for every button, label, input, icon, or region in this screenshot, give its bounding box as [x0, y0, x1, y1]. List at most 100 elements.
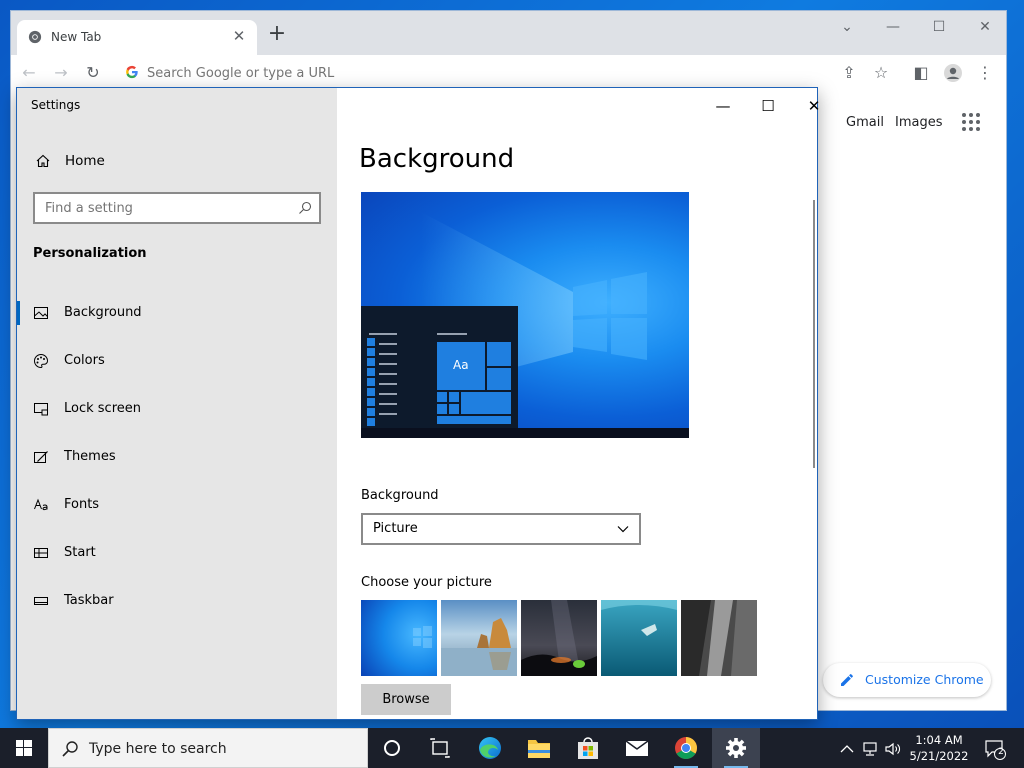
chevron-down-icon: [617, 526, 629, 533]
clock-time: 1:04 AM: [915, 733, 963, 747]
nav-label: Colors: [64, 353, 105, 368]
profile-avatar-icon[interactable]: [943, 63, 963, 83]
image-icon: [34, 307, 48, 319]
search-icon: [299, 201, 312, 214]
taskbar-icon: [34, 597, 48, 605]
active-indicator: [17, 301, 20, 325]
close-window-icon[interactable]: ✕: [804, 96, 824, 116]
find-setting-box[interactable]: [33, 192, 321, 224]
notification-center-icon[interactable]: 2: [984, 738, 1006, 760]
mail-icon[interactable]: [613, 728, 661, 768]
browse-button[interactable]: Browse: [361, 684, 451, 715]
choose-picture-label: Choose your picture: [361, 575, 492, 590]
tab-title: New Tab: [51, 30, 102, 44]
nav-label: Background: [64, 305, 142, 320]
fonts-icon: [34, 498, 48, 511]
reload-icon[interactable]: ↻: [83, 63, 103, 83]
nav-background[interactable]: Background: [17, 293, 337, 333]
system-clock[interactable]: 1:04 AM 5/21/2022: [904, 732, 974, 764]
picture-thumbnail-underwater[interactable]: [601, 600, 677, 676]
chrome-toolbar: ← → ↻ ⇪ ☆ ◧ ⋮: [11, 55, 1006, 91]
lock-screen-icon: [34, 403, 48, 416]
chrome-taskbar-icon[interactable]: [662, 728, 710, 768]
forward-arrow-icon[interactable]: →: [51, 63, 71, 83]
palette-icon: [34, 353, 49, 369]
show-hidden-icons-chevron-icon[interactable]: [838, 740, 856, 758]
start-icon: [34, 548, 48, 558]
start-button[interactable]: [0, 728, 48, 768]
preview-sample-text: Aa: [453, 358, 469, 372]
nav-themes[interactable]: Themes: [17, 437, 337, 477]
minimize-icon[interactable]: —: [883, 17, 903, 37]
images-link[interactable]: Images: [895, 115, 943, 130]
themes-icon: [34, 451, 48, 463]
settings-taskbar-icon[interactable]: [712, 728, 760, 768]
picture-thumbnail-night-sky[interactable]: [521, 600, 597, 676]
task-view-icon[interactable]: [416, 728, 464, 768]
maximize-icon[interactable]: ☐: [929, 17, 949, 37]
background-type-dropdown[interactable]: Picture: [361, 513, 641, 545]
edge-icon[interactable]: [466, 728, 514, 768]
file-explorer-icon[interactable]: [515, 728, 563, 768]
cortana-icon[interactable]: [368, 728, 416, 768]
nav-colors[interactable]: Colors: [17, 341, 337, 381]
omnibox-input[interactable]: [147, 63, 827, 83]
nav-label: Start: [64, 545, 96, 560]
omnibox[interactable]: [119, 59, 871, 87]
settings-window-title: Settings: [31, 98, 81, 112]
microsoft-store-icon[interactable]: [564, 728, 612, 768]
section-title: Personalization: [33, 246, 147, 261]
nav-start[interactable]: Start: [17, 533, 337, 573]
taskbar-search-box[interactable]: Type here to search: [48, 728, 368, 768]
back-arrow-icon[interactable]: ←: [19, 63, 39, 83]
nav-label: Themes: [64, 449, 116, 464]
tab-strip: New Tab ✕ + ⌄ — ☐ ✕: [11, 11, 1006, 55]
find-setting-input[interactable]: [45, 199, 285, 217]
taskbar: Type here to search 1:04 AM 5/21/2022 2: [0, 728, 1024, 768]
volume-icon[interactable]: [884, 740, 902, 758]
gmail-link[interactable]: Gmail: [846, 115, 884, 130]
chrome-menu-icon[interactable]: ⋮: [975, 63, 995, 83]
picture-thumbnail-rock[interactable]: [681, 600, 757, 676]
desktop-preview-image: [361, 212, 689, 438]
google-apps-icon[interactable]: [962, 113, 982, 133]
taskbar-search-text: Type here to search: [89, 741, 227, 757]
nav-fonts[interactable]: Fonts: [17, 485, 337, 525]
dropdown-value: Picture: [373, 521, 418, 536]
nav-lock-screen[interactable]: Lock screen: [17, 389, 337, 429]
customize-chrome-button[interactable]: Customize Chrome: [823, 663, 991, 697]
settings-content: — ☐ ✕ Background Aa Background Picture C…: [337, 88, 820, 719]
nav-taskbar[interactable]: Taskbar: [17, 581, 337, 621]
nav-label: Fonts: [64, 497, 100, 512]
picture-thumbnail-beach[interactable]: [441, 600, 517, 676]
notification-count-badge: 2: [998, 747, 1004, 757]
google-g-icon: [126, 65, 138, 79]
picture-thumbnail-windows[interactable]: [361, 600, 437, 676]
tab-search-chevron-icon[interactable]: ⌄: [837, 17, 857, 37]
bookmark-star-icon[interactable]: ☆: [871, 63, 891, 83]
minimize-icon[interactable]: —: [713, 96, 733, 116]
side-panel-icon[interactable]: ◧: [911, 63, 931, 83]
pencil-icon: [841, 674, 853, 686]
search-icon: [62, 741, 78, 757]
home-nav-item[interactable]: Home: [17, 146, 337, 178]
new-tab-button[interactable]: +: [267, 23, 287, 45]
tab-new-tab[interactable]: New Tab ✕: [17, 20, 257, 55]
clock-date: 5/21/2022: [909, 749, 969, 763]
windows-logo-icon: [16, 740, 32, 756]
home-label: Home: [65, 153, 105, 169]
maximize-icon[interactable]: ☐: [758, 96, 778, 116]
nav-label: Lock screen: [64, 401, 141, 416]
page-title: Background: [359, 144, 515, 174]
network-icon[interactable]: [862, 740, 880, 758]
scrollbar[interactable]: [813, 200, 815, 468]
settings-window: Settings Home Personalization Background: [16, 87, 820, 720]
customize-chrome-label: Customize Chrome: [865, 672, 984, 687]
settings-sidebar: Settings Home Personalization Background: [17, 88, 337, 719]
chrome-favicon-icon: [28, 30, 42, 44]
share-icon[interactable]: ⇪: [839, 63, 859, 83]
background-type-label: Background: [361, 488, 439, 503]
close-window-icon[interactable]: ✕: [975, 17, 995, 37]
tab-close-icon[interactable]: ✕: [231, 28, 247, 44]
background-preview: Aa: [361, 192, 689, 438]
